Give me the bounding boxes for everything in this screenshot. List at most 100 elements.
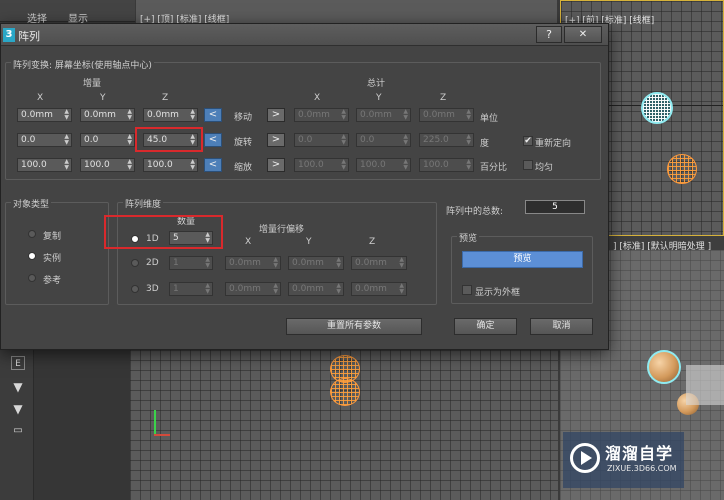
increment-label: 增量 xyxy=(83,79,102,89)
reorient-checkbox[interactable]: ✔ xyxy=(523,136,533,146)
move-inc-x[interactable]: 0.0mm ▲ ▼ xyxy=(17,108,72,122)
watermark-subtitle: ZIXUE.3D66.COM xyxy=(607,464,677,473)
axis-gizmo-x xyxy=(154,434,170,436)
value: 100.0 xyxy=(84,160,110,170)
file-icon[interactable]: E xyxy=(11,356,25,370)
dim-2d-count[interactable]: 1 ▲ ▼ xyxy=(169,256,213,270)
move-inc-y[interactable]: 0.0mm ▲ ▼ xyxy=(80,108,135,122)
total-axis-x: X xyxy=(314,93,321,103)
dim-3d-offset-z[interactable]: 0.0mm ▲ ▼ xyxy=(351,282,407,296)
rotate-total-x[interactable]: 0.0 ▲ ▼ xyxy=(294,133,349,147)
rotate-inc-x[interactable]: 0.0 ▲ ▼ xyxy=(17,133,72,147)
move-right-arrow-button[interactable]: > xyxy=(267,108,285,122)
help-button[interactable]: ? xyxy=(536,26,562,43)
sphere-shaded-selected[interactable] xyxy=(647,350,681,384)
filter-icon[interactable]: ▼ xyxy=(11,402,25,416)
close-button[interactable]: ✕ xyxy=(564,26,602,43)
total-in-array-label: 阵列中的总数: xyxy=(446,207,504,217)
sphere-selected[interactable] xyxy=(641,92,673,124)
dialog-titlebar[interactable]: 3 阵列 ? ✕ xyxy=(1,24,608,46)
move-total-z[interactable]: 0.0mm ▲ ▼ xyxy=(419,108,474,122)
scale-total-z[interactable]: 100.0 ▲ ▼ xyxy=(419,158,474,172)
viewport-left[interactable] xyxy=(130,350,558,500)
row-offset-label: 增量行偏移 xyxy=(259,225,305,235)
array-transform-label: 阵列变换: 屏幕坐标(使用轴点中心) xyxy=(11,58,154,71)
value: 100.0 xyxy=(360,160,386,170)
main-menu-bar: 选择 显示 xyxy=(0,0,135,25)
copy-radio[interactable] xyxy=(28,230,36,238)
dim-1d-count[interactable]: 5 ▲ ▼ xyxy=(169,231,213,245)
reset-all-button[interactable]: 重置所有参数 xyxy=(286,318,422,335)
dim-3d-offset-y[interactable]: 0.0mm ▲ ▼ xyxy=(288,282,344,296)
value: 0.0mm xyxy=(147,110,179,120)
rotate-left-arrow-button[interactable]: < xyxy=(204,133,222,147)
dim-1d-radio[interactable] xyxy=(131,235,139,243)
instance-radio[interactable] xyxy=(28,252,36,260)
value: 0.0mm xyxy=(229,284,261,294)
value: 0.0 xyxy=(298,135,313,145)
sphere-wireframe-bottom[interactable] xyxy=(330,378,360,406)
sphere-wireframe[interactable] xyxy=(667,154,697,184)
rotate-inc-y[interactable]: 0.0 ▲ ▼ xyxy=(80,133,135,147)
dim-2d-radio[interactable] xyxy=(131,259,139,267)
uniform-label: 均匀 xyxy=(535,163,554,173)
value: 1 xyxy=(173,284,179,294)
rotate-total-y[interactable]: 0.0 ▲ ▼ xyxy=(356,133,411,147)
value: 0.0mm xyxy=(84,110,116,120)
scale-label: 缩放 xyxy=(234,163,253,173)
utility-icon[interactable]: ▭ xyxy=(11,424,25,438)
dim-3d-count[interactable]: 1 ▲ ▼ xyxy=(169,282,213,296)
move-total-x[interactable]: 0.0mm ▲ ▼ xyxy=(294,108,349,122)
move-label: 移动 xyxy=(234,113,253,123)
show-as-box-checkbox[interactable] xyxy=(462,285,472,295)
rotate-total-z[interactable]: 225.0 ▲ ▼ xyxy=(419,133,474,147)
value: 0.0 xyxy=(84,135,99,145)
dim-2d-offset-z[interactable]: 0.0mm ▲ ▼ xyxy=(351,256,407,270)
scale-inc-x[interactable]: 100.0 ▲ ▼ xyxy=(17,158,72,172)
scale-right-arrow-button[interactable]: > xyxy=(267,158,285,172)
viewport-persp-label[interactable]: ] [标准] [默认明暗处理 ] xyxy=(613,239,711,250)
scale-total-x[interactable]: 100.0 ▲ ▼ xyxy=(294,158,349,172)
highlight-box-rotate-z xyxy=(135,127,203,152)
ok-button[interactable]: 确定 xyxy=(454,318,517,335)
preview-button[interactable]: 预览 xyxy=(462,251,583,268)
scale-total-y[interactable]: 100.0 ▲ ▼ xyxy=(356,158,411,172)
rotate-right-arrow-button[interactable]: > xyxy=(267,133,285,147)
value: 100.0 xyxy=(147,160,173,170)
object-type-label: 对象类型 xyxy=(11,197,52,210)
value: 0.0mm xyxy=(292,258,324,268)
dim-3d-radio[interactable] xyxy=(131,285,139,293)
value: 0.0mm xyxy=(355,258,387,268)
copy-label: 复制 xyxy=(43,232,62,242)
move-total-y[interactable]: 0.0mm ▲ ▼ xyxy=(356,108,411,122)
scale-inc-z[interactable]: 100.0 ▲ ▼ xyxy=(143,158,198,172)
value: 0.0 xyxy=(21,135,36,145)
offset-axis-z: Z xyxy=(369,237,376,247)
app-icon: 3 xyxy=(3,28,15,42)
rotate-unit-label: 度 xyxy=(480,139,490,149)
dim-2d-offset-x[interactable]: 0.0mm ▲ ▼ xyxy=(225,256,281,270)
viewport-top[interactable]: [+] [顶] [标准] [线框] xyxy=(136,0,557,24)
value: 100.0 xyxy=(21,160,47,170)
instance-label: 实例 xyxy=(43,254,62,264)
inc-axis-z: Z xyxy=(162,93,169,103)
dim-3d-label: 3D xyxy=(146,284,159,294)
value: 0.0mm xyxy=(229,258,261,268)
cancel-button[interactable]: 取消 xyxy=(530,318,593,335)
display-icon[interactable]: ▼ xyxy=(11,380,25,394)
value: 1 xyxy=(173,258,179,268)
scale-inc-y[interactable]: 100.0 ▲ ▼ xyxy=(80,158,135,172)
scale-left-arrow-button[interactable]: < xyxy=(204,158,222,172)
move-left-arrow-button[interactable]: < xyxy=(204,108,222,122)
value: 225.0 xyxy=(423,135,449,145)
dim-2d-offset-y[interactable]: 0.0mm ▲ ▼ xyxy=(288,256,344,270)
viewport-persp-header: ] [标准] [默认明暗处理 ] xyxy=(609,236,724,250)
dim-3d-offset-x[interactable]: 0.0mm ▲ ▼ xyxy=(225,282,281,296)
value: 0.0mm xyxy=(360,110,392,120)
array-dialog: 3 阵列 ? ✕ 阵列变换: 屏幕坐标(使用轴点中心) 增量 总计 X Y Z … xyxy=(0,23,609,350)
dim-2d-label: 2D xyxy=(146,258,159,268)
uniform-checkbox[interactable] xyxy=(523,160,533,170)
move-inc-z[interactable]: 0.0mm ▲ ▼ xyxy=(143,108,198,122)
value: 100.0 xyxy=(298,160,324,170)
reference-radio[interactable] xyxy=(28,274,36,282)
